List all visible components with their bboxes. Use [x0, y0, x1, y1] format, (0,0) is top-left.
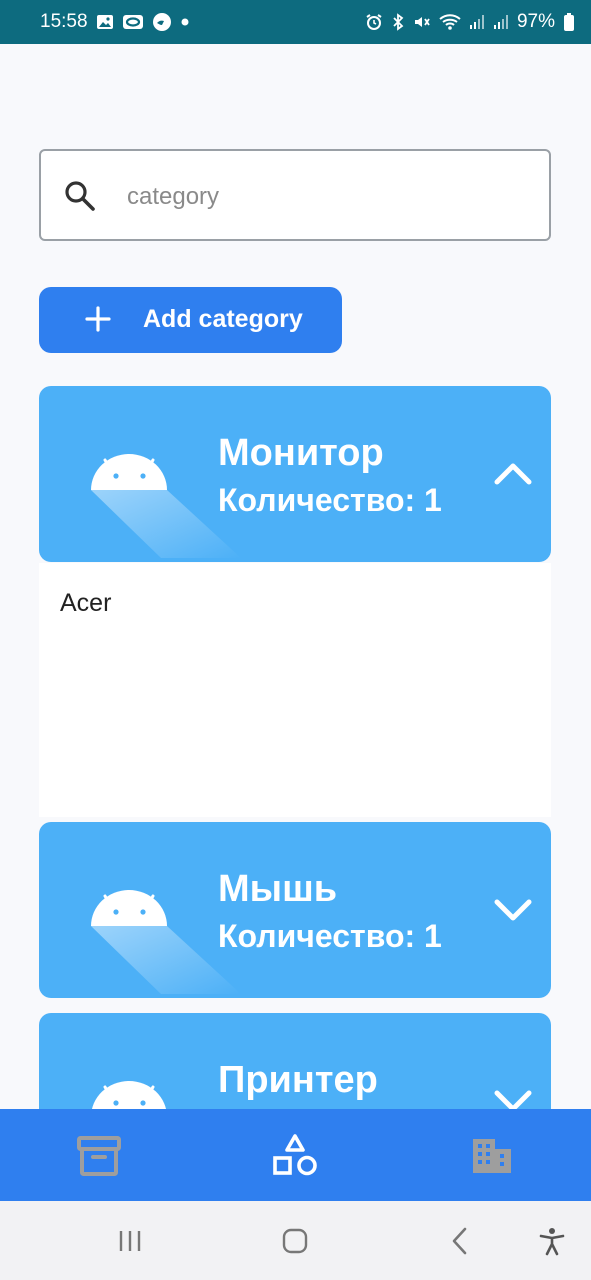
search-field[interactable] — [39, 149, 551, 241]
status-bar-left: 15:58 — [40, 11, 190, 33]
bluetooth-icon — [391, 13, 405, 31]
building-icon — [473, 1139, 511, 1173]
accessibility-icon — [539, 1228, 565, 1256]
accessibility-button[interactable] — [532, 1221, 572, 1261]
category-count: Количество: 1 — [218, 482, 442, 518]
recent-apps-icon — [119, 1231, 141, 1251]
status-time: 15:58 — [40, 11, 88, 32]
home-icon — [282, 1228, 308, 1254]
category-card-mouse[interactable]: Мышь Количество: 1 — [39, 822, 551, 998]
alarm-icon — [365, 13, 383, 31]
archive-icon — [77, 1136, 121, 1176]
category-title: Монитор — [218, 432, 384, 474]
outlook-icon — [122, 13, 144, 31]
nav-categories[interactable] — [266, 1127, 324, 1185]
category-items-panel: Acer — [39, 563, 551, 817]
back-button[interactable] — [441, 1221, 481, 1261]
status-bar-right: 97% — [365, 11, 575, 33]
system-navigation-bar — [0, 1201, 591, 1280]
bottom-navigation — [0, 1109, 591, 1201]
shapes-icon — [273, 1134, 317, 1176]
home-button[interactable] — [275, 1221, 315, 1261]
signal-icon — [493, 13, 509, 31]
wifi-icon — [439, 13, 461, 31]
dot-icon — [180, 17, 190, 27]
category-count: Количество: 1 — [218, 918, 442, 954]
category-card-monitor[interactable]: Монитор Количество: 1 — [39, 386, 551, 562]
status-bar: 15:58 97% — [0, 0, 591, 44]
add-category-label: Add category — [143, 305, 303, 333]
signal-icon — [469, 13, 485, 31]
chevron-down-icon[interactable] — [493, 894, 533, 924]
nav-buildings[interactable] — [463, 1127, 521, 1185]
plus-icon — [85, 306, 111, 332]
chevron-up-icon[interactable] — [493, 458, 533, 488]
category-title: Мышь — [218, 868, 338, 910]
messenger-icon — [152, 12, 172, 32]
search-input[interactable] — [125, 171, 529, 223]
nav-archive[interactable] — [70, 1127, 128, 1185]
back-icon — [452, 1227, 467, 1255]
search-icon — [65, 181, 95, 211]
gallery-icon — [96, 13, 114, 31]
category-title: Принтер — [218, 1059, 378, 1101]
list-item[interactable]: Acer — [60, 589, 111, 618]
battery-percent: 97% — [516, 11, 555, 32]
add-category-button[interactable]: Add category — [39, 287, 342, 353]
battery-icon — [563, 12, 575, 32]
mute-icon — [413, 13, 431, 31]
recent-apps-button[interactable] — [110, 1221, 150, 1261]
